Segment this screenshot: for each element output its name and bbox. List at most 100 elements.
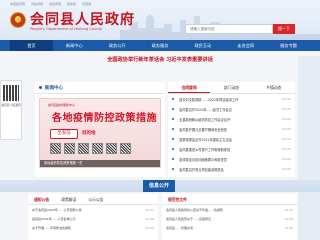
qr-code-icon xyxy=(106,143,117,154)
documents-tabs: 规范性文件 xyxy=(162,194,297,205)
list-item[interactable]: 会同县2021年……人员名单公示 12-30 xyxy=(28,214,158,223)
list-item[interactable]: 会同县……管理办法 12-20 xyxy=(162,223,297,232)
list-item[interactable]: 关于会同县2022年……公开招聘公告 12-31 xyxy=(28,205,158,214)
poster-badge: 会同县政务服务中心 xyxy=(48,103,76,107)
item-date: 12-20 xyxy=(284,225,293,230)
news-date: 01-05 xyxy=(282,107,291,111)
tab-policy-interpretation[interactable]: 政策解读 xyxy=(55,194,82,204)
bullet-icon xyxy=(172,158,174,160)
bullet-icon xyxy=(172,108,174,110)
list-item[interactable]: 县委常委会召开2021年度民主生活会 01-04 xyxy=(168,134,295,144)
news-title: 会同县召开2022年……经济工作会议 xyxy=(179,107,232,112)
item-date: 12-31 xyxy=(284,207,293,212)
nav-item-topics[interactable]: 服务专题 xyxy=(267,40,310,51)
poster-qr-codes xyxy=(50,143,131,154)
news-date: 01-02 xyxy=(282,167,291,171)
list-item[interactable]: 县长刘文胜调研……2022年项目建设工作 01-05 xyxy=(168,94,295,104)
top-link[interactable]: 市政府网 xyxy=(49,1,61,7)
tab-township-news[interactable]: 乡镇动态 xyxy=(253,82,295,93)
list-item[interactable]: 会同县人民政府办公室关于印发……的通知 12-31 xyxy=(162,205,297,214)
search-button[interactable]: 搜一下 xyxy=(273,24,295,34)
panel-title[interactable]: 新闻中心 xyxy=(45,85,63,91)
news-date: 01-03 xyxy=(282,147,291,151)
list-item[interactable]: 会同县人民政府关于……实施意见 12-28 xyxy=(162,214,297,223)
news-date: 01-04 xyxy=(282,117,291,121)
item-date: 12-30 xyxy=(145,216,154,221)
tab-notices[interactable]: 通知公告 xyxy=(28,194,55,204)
top-link[interactable]: 简体版 xyxy=(67,1,76,7)
list-item[interactable]: 会同县推进乡村振兴工作取得新成效 01-03 xyxy=(168,144,295,154)
news-poster[interactable]: 会同县政务服务中心 各地疫情防控政策措施 出发前 目的地 各地疫情防控政策措施一… xyxy=(39,98,161,168)
list-item[interactable]: 全县新冠肺炎疫情防控工作会议召开 01-04 xyxy=(168,114,295,124)
list-item[interactable]: 关于开展……专项整治的通知 12-29 xyxy=(28,223,158,232)
bullet-icon xyxy=(172,138,174,140)
qr-code-icon xyxy=(3,85,19,101)
floater-caption: 会同县人民政府 xyxy=(1,103,21,107)
site-subtitle: People's Government of Huitong County xyxy=(30,27,103,31)
news-title: 县长刘文胜调研……2022年项目建设工作 xyxy=(179,97,239,102)
panel-header: 新闻中心 xyxy=(35,82,165,94)
bullet-icon xyxy=(172,118,174,120)
qr-code-icon xyxy=(64,143,75,154)
news-title: 会同县推进乡村振兴工作取得新成效 xyxy=(179,147,231,152)
item-date: 12-31 xyxy=(145,207,154,212)
bullet-icon xyxy=(39,86,42,89)
news-date: 01-03 xyxy=(282,157,291,161)
item-title: 会同县……管理办法 xyxy=(166,225,194,230)
tab-normative-documents[interactable]: 规范性文件 xyxy=(162,194,193,204)
news-title: 会同县召开重点项目建设推进会 xyxy=(179,167,224,172)
list-item[interactable]: 县领导走访慰问困难群众和老党员 01-03 xyxy=(168,154,295,164)
item-title: 会同县人民政府关于……实施意见 xyxy=(166,216,212,221)
tab-huitong-news[interactable]: 会同要闻 xyxy=(168,82,211,93)
tab-department-news[interactable]: 部门动态 xyxy=(210,82,252,93)
main-nav: 首页 新闻中心 政务公开 政务服务 政民互动 走进会同 服务专题 xyxy=(0,40,320,51)
qr-code-icon xyxy=(120,143,131,154)
headline[interactable]: 全国政协举行新年茶话会 习近平发表重要讲话 xyxy=(0,56,320,63)
item-title: 关于开展……专项整治的通知 xyxy=(32,225,72,230)
qr-floater[interactable]: 会同县人民政府 xyxy=(0,80,22,140)
top-link[interactable]: 中国政府网 xyxy=(10,1,25,7)
skyline-decoration xyxy=(120,14,320,40)
nav-item-home[interactable]: 首页 xyxy=(10,40,53,51)
bullet-icon xyxy=(172,128,174,130)
top-links: 中国政府网 省政府网 市政府网 简体版 无障碍 xyxy=(10,1,91,7)
item-title: 会同县2021年……人员名单公示 xyxy=(32,216,76,221)
news-title: 会同县开展元旦春节期间安全检查 xyxy=(179,127,227,132)
info-public-label[interactable]: 信息公开 xyxy=(143,180,176,192)
notice-column: 通知公告 政策解读 公示公告 关于会同县2022年……公开招聘公告 12-31 会… xyxy=(28,194,158,240)
bullet-icon xyxy=(172,98,174,100)
nav-item-service[interactable]: 政务服务 xyxy=(139,40,182,51)
list-item[interactable]: 会同县召开重点项目建设推进会 01-02 xyxy=(168,164,295,174)
documents-column: 规范性文件 会同县人民政府办公室关于印发……的通知 12-31 会同县人民政府关于… xyxy=(162,194,297,240)
site-title: 会同县人民政府 xyxy=(30,12,135,28)
poster-caption: 各地疫情防控政策措施一览 xyxy=(40,160,160,167)
qr-code-icon xyxy=(50,143,61,154)
item-date: 12-28 xyxy=(284,216,293,221)
national-emblem-icon xyxy=(10,12,26,28)
top-link[interactable]: 无障碍 xyxy=(82,1,91,7)
poster-tag: 出发前 xyxy=(50,129,78,139)
nav-item-interact[interactable]: 政民互动 xyxy=(181,40,224,51)
site-header: 中国政府网 省政府网 市政府网 简体版 无障碍 会同县人民政府 People's… xyxy=(0,0,320,40)
news-date: 01-04 xyxy=(282,127,291,131)
nav-item-public[interactable]: 政务公开 xyxy=(96,40,139,51)
item-title: 关于会同县2022年……公开招聘公告 xyxy=(32,207,82,212)
tab-public-announcements[interactable]: 公示公告 xyxy=(82,194,109,204)
news-center-panel: 新闻中心 会同县政务服务中心 各地疫情防控政策措施 出发前 目的地 各地疫情防控… xyxy=(35,82,165,177)
search-input[interactable] xyxy=(185,24,273,34)
nav-item-about[interactable]: 走进会同 xyxy=(224,40,267,51)
nav-item-news[interactable]: 新闻中心 xyxy=(53,40,96,51)
news-title: 县领导走访慰问困难群众和老党员 xyxy=(179,157,227,162)
item-date: 12-29 xyxy=(145,225,154,230)
list-item[interactable]: 会同县开展元旦春节期间安全检查 01-04 xyxy=(168,124,295,134)
news-date: 01-05 xyxy=(282,97,291,101)
top-link[interactable]: 省政府网 xyxy=(31,1,43,7)
item-title: 会同县人民政府办公室关于印发……的通知 xyxy=(166,207,224,212)
news-title: 县委常委会召开2021年度民主生活会 xyxy=(179,137,232,142)
notice-tabs: 通知公告 政策解读 公示公告 xyxy=(28,194,158,205)
right-rail xyxy=(298,56,320,240)
qr-code-icon xyxy=(78,143,89,154)
list-item[interactable]: 会同县召开2022年……经济工作会议 01-05 xyxy=(168,104,295,114)
